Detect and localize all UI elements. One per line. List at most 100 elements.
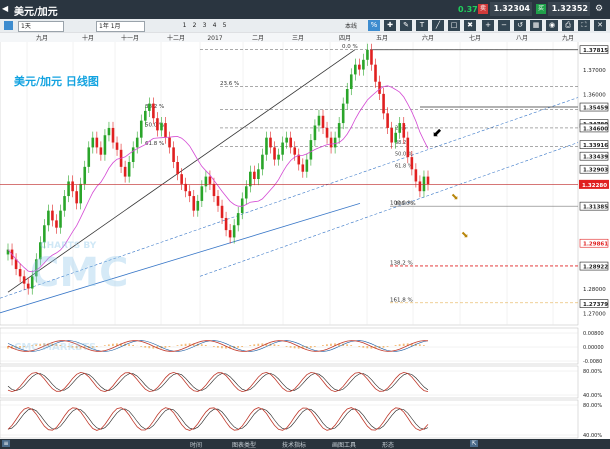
macd-histogram-bar [112,343,114,346]
macd-histogram-bar [402,343,405,346]
month-label: 六月 [422,34,434,42]
indicator-panel [0,399,579,439]
bottom-item-type[interactable]: 图表类型 [232,440,256,449]
candle [208,176,212,184]
price-axis-label: 1.33439 [583,155,608,161]
candle [103,135,107,155]
macd-histogram-bar [212,346,215,347]
fib-label: 138.2 % [390,260,413,266]
macd-histogram-bar [164,346,167,348]
macd-histogram-bar [322,345,324,346]
macd-histogram-bar [277,345,280,346]
price-axis-label: 1.32903 [583,168,608,174]
macd-histogram-bar [180,344,183,346]
macd-histogram-bar [132,344,134,346]
candle [83,166,87,184]
candle [265,137,268,155]
watermark-logo: CMC [30,250,129,296]
macd-histogram-bar [237,346,239,348]
candle [67,181,70,197]
watermark-foot: CMC MARKETS [14,342,97,353]
indicator-axis-label: -0.0080 [583,359,602,365]
candle [293,147,297,155]
macd-histogram-bar [398,344,401,346]
macd-histogram-bar [95,346,98,348]
candle [273,147,276,160]
macd-histogram-bar [313,346,316,347]
candle [168,137,171,148]
bottom-item-draw[interactable]: 画图工具 [332,440,356,449]
black-arrow-icon: ⬋ [432,125,442,139]
candle [152,103,155,119]
candle [418,181,422,192]
candle [366,49,369,60]
candle [378,81,381,94]
candle [244,186,248,199]
candle [192,196,196,211]
candle [354,64,357,75]
macd-histogram-bar [249,345,252,346]
candle [398,123,402,133]
macd-histogram-bar [103,345,106,346]
price-chart[interactable]: 九月 十月 十一月 十二月 2017 二月 三月 四月 五月 六月 七月 八月 九月 0.0 % 23.6… [0,0,610,449]
expand-icon[interactable]: ⇱ [470,440,478,447]
bottom-item-indicators[interactable]: 技术指标 [282,440,306,449]
candle [111,127,115,143]
candle [374,64,377,82]
macd-histogram-bar [128,344,130,346]
candle [426,176,430,185]
candle [341,103,345,124]
indicator-axis-label: 80.00% [583,369,602,375]
candle [321,115,325,128]
month-label: 七月 [469,34,481,42]
price-axis-label: 1.27000 [583,311,606,317]
macd-histogram-bar [346,344,349,346]
macd-histogram-bar [253,344,256,346]
price-axis-label: 1.34600 [583,126,608,132]
price-axis-label: 1.31385 [583,205,608,211]
candle [390,127,393,143]
candle [216,196,220,206]
macd-histogram-bar [382,346,385,348]
price-axis-label: 1.37815 [583,48,608,54]
candle [212,183,216,197]
fib-label-right: 100.0 % [395,201,416,207]
month-label: 九月 [36,34,48,42]
fib-label-right: 50.0 % [395,152,413,158]
fib-label-right: 61.8 % [395,163,413,169]
price-axis-label: 1.36000 [583,92,606,98]
macd-histogram-bar [366,346,369,349]
candle [345,89,349,104]
candle [204,176,208,187]
indicator-axis-label: 0.00800 [583,331,604,337]
bottom-item-time[interactable]: 时间 [190,440,202,449]
candle [196,200,200,211]
candle [337,123,341,138]
macd-histogram-bar [221,346,223,349]
candle [176,161,179,175]
candle [236,213,240,226]
candle [47,210,50,226]
candle [277,154,280,160]
candle [224,217,228,231]
candle [220,205,224,218]
gold-arrow-icon-2: ⬊ [461,230,469,240]
month-label: 四月 [339,35,351,42]
candle [172,147,175,162]
macd-histogram-bar [330,343,332,346]
menu-icon[interactable]: ≡ [2,440,10,447]
macd-histogram-bar [326,344,328,346]
candle [156,118,159,131]
macd-histogram-bar [168,346,171,348]
macd-histogram-bar [204,345,207,346]
candle [91,137,95,148]
candle [382,93,385,114]
bottom-item-pattern[interactable]: 形态 [382,440,394,449]
candle [232,225,236,238]
candle [301,164,305,172]
candle [358,64,361,70]
macd-histogram-bar [107,344,110,346]
indicator-axis-label: 0.00000 [583,345,604,351]
candle [87,147,91,167]
candle [144,110,147,121]
